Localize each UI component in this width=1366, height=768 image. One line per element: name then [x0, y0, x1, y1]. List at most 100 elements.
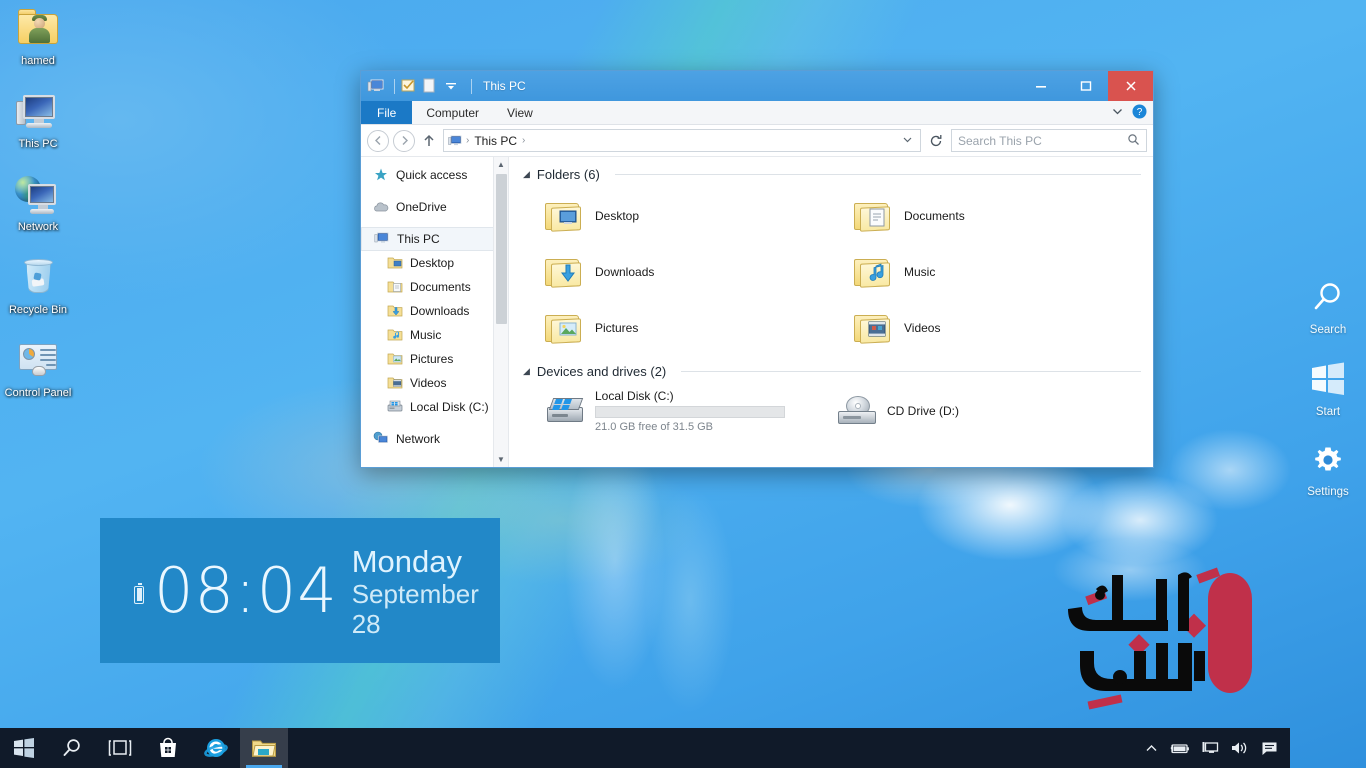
desktop-icon-recycle-bin[interactable]: Recycle Bin	[0, 253, 76, 316]
windows-logo-icon	[1310, 362, 1346, 401]
desktop-icon-this-pc[interactable]: This PC	[0, 87, 76, 150]
search-icon[interactable]	[1127, 133, 1140, 149]
nav-item-videos[interactable]: Videos	[361, 371, 508, 395]
folder-tile-videos[interactable]: Videos	[832, 300, 1141, 356]
scrollbar-track[interactable]	[495, 172, 507, 452]
videos-folder-icon	[854, 311, 892, 345]
breadcrumb-this-pc[interactable]: This PC	[472, 134, 519, 148]
navigation-pane: Quick access OneDrive This PC Desktop Do…	[361, 157, 509, 467]
speaker-icon[interactable]	[1231, 741, 1249, 755]
breadcrumb-separator[interactable]: ›	[522, 135, 525, 146]
notification-icon[interactable]	[1261, 741, 1278, 756]
up-arrow-icon[interactable]	[419, 129, 439, 152]
refresh-icon[interactable]	[925, 129, 947, 152]
chevron-down-icon[interactable]	[902, 134, 916, 148]
maximize-button[interactable]	[1063, 71, 1108, 101]
drive-tile-local-disk-c[interactable]: Local Disk (C:) 21.0 GB free of 31.5 GB	[523, 385, 823, 437]
folder-tile-label: Downloads	[595, 265, 655, 279]
charm-start[interactable]: Start	[1290, 362, 1366, 418]
group-rule	[614, 174, 1141, 175]
toolbar-separator	[471, 78, 472, 94]
desktop-icon-network[interactable]: Network	[0, 170, 76, 233]
drive-label: Local Disk (C:)	[595, 389, 674, 403]
nav-item-onedrive[interactable]: OneDrive	[361, 195, 508, 219]
battery-icon	[134, 582, 144, 604]
nav-item-label: This PC	[397, 232, 440, 246]
cd-drive-icon	[837, 395, 877, 427]
properties-icon[interactable]	[400, 78, 418, 94]
search-input[interactable]: Search This PC	[951, 129, 1147, 152]
help-icon[interactable]: ?	[1132, 104, 1147, 122]
folder-tile-pictures[interactable]: Pictures	[523, 300, 832, 356]
internet-explorer-button[interactable]	[192, 728, 240, 768]
nav-item-label: Downloads	[410, 304, 470, 318]
desktop-icon-control-panel[interactable]: Control Panel	[0, 336, 76, 399]
forward-arrow-icon[interactable]	[393, 129, 415, 152]
folder-tile-desktop[interactable]: Desktop	[523, 188, 832, 244]
minimize-button[interactable]	[1018, 71, 1063, 101]
charm-settings[interactable]: Settings	[1290, 444, 1366, 498]
network-monitor-icon[interactable]	[1202, 741, 1219, 755]
battery-icon[interactable]	[1170, 742, 1190, 755]
nav-item-documents[interactable]: Documents	[361, 275, 508, 299]
triangle-collapse-icon[interactable]: ◢	[523, 366, 530, 377]
pictures-folder-icon	[387, 351, 403, 367]
network-icon	[373, 431, 389, 447]
drive-tile-cd-drive-d[interactable]: CD Drive (D:)	[823, 385, 959, 437]
folder-tile-documents[interactable]: Documents	[832, 188, 1141, 244]
nav-item-pictures[interactable]: Pictures	[361, 347, 508, 371]
nav-item-music[interactable]: Music	[361, 323, 508, 347]
this-pc-icon[interactable]	[367, 78, 385, 94]
close-button[interactable]	[1108, 71, 1153, 101]
nav-item-quick-access[interactable]: Quick access	[361, 163, 508, 187]
scroll-up-icon[interactable]: ▲	[494, 157, 509, 172]
nav-item-network[interactable]: Network	[361, 427, 508, 451]
control-panel-icon	[14, 336, 62, 384]
folder-tile-downloads[interactable]: Downloads	[523, 244, 832, 300]
folder-tile-label: Desktop	[595, 209, 640, 223]
chevron-up-icon[interactable]	[1145, 742, 1158, 755]
window-title-bar[interactable]: This PC	[361, 71, 1153, 101]
store-button[interactable]	[144, 728, 192, 768]
group-header-folders[interactable]: ◢ Folders (6)	[523, 167, 1141, 182]
charm-search[interactable]: Search	[1290, 280, 1366, 336]
search-button[interactable]	[48, 728, 96, 768]
breadcrumb-separator: ›	[466, 135, 470, 146]
file-explorer-button[interactable]	[240, 728, 288, 768]
this-pc-icon	[448, 134, 463, 148]
desktop-icon-label: hamed	[21, 55, 55, 67]
scroll-down-icon[interactable]: ▼	[494, 452, 509, 467]
charm-label: Settings	[1307, 486, 1349, 498]
nav-item-desktop[interactable]: Desktop	[361, 251, 508, 275]
desktop-icon-hamed[interactable]: hamed	[0, 4, 76, 67]
window-body: Quick access OneDrive This PC Desktop Do…	[361, 157, 1153, 467]
group-header-drives[interactable]: ◢ Devices and drives (2)	[523, 364, 1141, 379]
navigation-pane-scrollbar[interactable]: ▲ ▼	[493, 157, 508, 467]
local-disk-icon	[387, 399, 403, 415]
charm-label: Search	[1309, 324, 1347, 336]
customize-dropdown-icon[interactable]	[444, 78, 462, 94]
tab-computer[interactable]: Computer	[412, 101, 493, 124]
star-pin-icon	[373, 167, 389, 183]
taskbar	[0, 728, 1290, 768]
new-folder-icon[interactable]	[422, 78, 440, 94]
watermark-svg	[1068, 567, 1252, 710]
nav-item-local-disk-c[interactable]: Local Disk (C:)	[361, 395, 508, 419]
start-button[interactable]	[0, 728, 48, 768]
folder-tile-music[interactable]: Music	[832, 244, 1141, 300]
documents-folder-icon	[387, 279, 403, 295]
drive-info: Local Disk (C:) 21.0 GB free of 31.5 GB	[595, 389, 785, 433]
back-arrow-icon[interactable]	[367, 129, 389, 152]
tab-file[interactable]: File	[361, 101, 413, 124]
nav-item-downloads[interactable]: Downloads	[361, 299, 508, 323]
scrollbar-thumb[interactable]	[495, 174, 507, 324]
triangle-collapse-icon[interactable]: ◢	[523, 169, 530, 180]
charms-bar: Search Start Settings	[1290, 280, 1366, 524]
chevron-down-icon[interactable]	[1111, 105, 1124, 121]
ribbon-tab-bar: File Computer View ?	[361, 101, 1153, 125]
user-folder-icon	[14, 4, 62, 52]
nav-item-this-pc[interactable]: This PC	[361, 227, 508, 251]
breadcrumb-bar[interactable]: › This PC ›	[443, 129, 921, 152]
task-view-button[interactable]	[96, 728, 144, 768]
tab-view[interactable]: View	[493, 101, 547, 124]
